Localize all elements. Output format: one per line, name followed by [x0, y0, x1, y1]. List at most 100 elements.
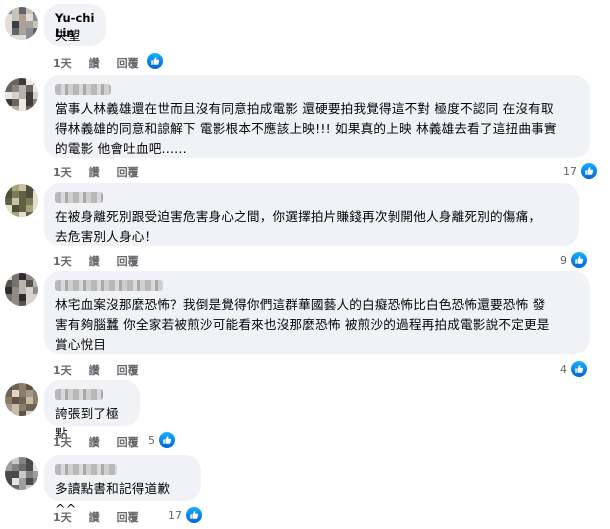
avatar-pixel [33, 404, 38, 411]
avatar-pixel [33, 273, 38, 280]
avatar-pixel [26, 205, 33, 212]
comment-author[interactable] [55, 280, 163, 291]
avatar-pixel [12, 273, 19, 280]
comment-time[interactable]: 1天 [53, 164, 72, 180]
avatar-pixel [19, 471, 26, 478]
comment-text: 在被身離死別跟受迫害危害身心之間，你選擇拍片賺錢再次剝開他人身離死別的傷痛， 去… [55, 209, 542, 244]
avatar-pixel [5, 280, 12, 287]
avatar-pixel [33, 99, 38, 106]
avatar-pixel [19, 191, 26, 198]
avatar-pixel [5, 287, 12, 294]
avatar-pixel [12, 411, 19, 416]
like-button[interactable]: 讚 [89, 509, 100, 525]
avatar-pixel [26, 78, 33, 85]
avatar-pixel [26, 85, 33, 92]
avatar-pixel [19, 14, 26, 21]
avatar-pixel [19, 106, 26, 111]
reaction-count: 5 [148, 433, 155, 447]
reply-button[interactable]: 回覆 [117, 509, 139, 525]
comment-time[interactable]: 1天 [53, 434, 72, 450]
comment-author[interactable] [55, 464, 117, 475]
reaction-summary[interactable]: 5 [148, 432, 175, 448]
like-button[interactable]: 讚 [89, 55, 100, 71]
comment-bubble: 林宅血案沒那麼恐怖？我倒是覺得你們這群華國藝人的白癡恐怖比白色恐怖還要恐怖 發 … [44, 271, 590, 354]
comment-bubble: 誇張到了極點 [44, 380, 140, 441]
avatar-pixel [12, 14, 19, 21]
avatar-pixel [33, 198, 38, 205]
avatar-pixel [19, 404, 26, 411]
avatar-pixel [5, 485, 12, 490]
avatar-pixel [5, 99, 12, 106]
comment-bubble: 當事人林義雄還在世而且沒有同意拍成電影 還硬要拍我覺得這不對 極度不認同 在沒有… [44, 75, 590, 158]
reaction-summary[interactable]: 17 [168, 507, 202, 523]
comment-author[interactable]: Yu-chi Lin [55, 11, 95, 40]
avatar-pixel [26, 485, 33, 490]
avatar-pixel [33, 191, 38, 198]
avatar[interactable] [5, 184, 38, 217]
reaction-summary[interactable]: 4 [560, 361, 587, 377]
thumbs-up-icon [581, 163, 597, 179]
avatar-pixel [5, 21, 12, 28]
comment-bubble: Yu-chi Lin 失望 [44, 4, 106, 46]
avatar-pixel [12, 35, 19, 40]
comment-time[interactable]: 1天 [53, 253, 72, 269]
comment-author[interactable] [55, 389, 103, 400]
avatar-pixel [5, 28, 12, 35]
comment-bubble: 多讀點書和記得道歉^^ [44, 455, 201, 516]
avatar-pixel [12, 294, 19, 301]
avatar-pixel [33, 106, 38, 111]
comment-author[interactable] [55, 192, 103, 203]
avatar-pixel [12, 7, 19, 14]
avatar-pixel [12, 457, 19, 464]
avatar-pixel [33, 464, 38, 471]
thumbs-up-icon [571, 252, 587, 268]
reply-button[interactable]: 回覆 [117, 55, 139, 71]
avatar-pixel [26, 14, 33, 21]
comment-text: 失望 [55, 28, 81, 43]
comment-actions: 1天 讚 回覆 [53, 434, 156, 450]
reaction-summary[interactable] [147, 53, 163, 69]
avatar-pixel [12, 397, 19, 404]
avatar-pixel [5, 7, 12, 14]
reaction-summary[interactable]: 9 [560, 252, 587, 268]
comment-time[interactable]: 1天 [53, 362, 72, 378]
avatar[interactable] [5, 383, 38, 416]
reply-button[interactable]: 回覆 [117, 362, 139, 378]
avatar-pixel [5, 184, 12, 191]
like-button[interactable]: 讚 [89, 434, 100, 450]
avatar-pixel [5, 205, 12, 212]
avatar-pixel [5, 35, 12, 40]
comment-time[interactable]: 1天 [53, 55, 72, 71]
avatar[interactable] [5, 78, 38, 111]
avatar-pixel [33, 85, 38, 92]
like-button[interactable]: 讚 [89, 164, 100, 180]
avatar-pixel [26, 191, 33, 198]
avatar-pixel [19, 301, 26, 306]
reply-button[interactable]: 回覆 [117, 164, 139, 180]
avatar-pixel [26, 92, 33, 99]
avatar-pixel [26, 478, 33, 485]
avatar-pixel [12, 78, 19, 85]
avatar-pixel [33, 28, 38, 35]
comment-actions: 1天 讚 回覆 [53, 55, 156, 71]
avatar-pixel [33, 21, 38, 28]
like-button[interactable]: 讚 [89, 362, 100, 378]
reaction-summary[interactable]: 17 [563, 163, 597, 179]
avatar-pixel [12, 106, 19, 111]
avatar-pixel [5, 471, 12, 478]
avatar[interactable] [5, 273, 38, 306]
avatar[interactable] [5, 7, 38, 40]
avatar-pixel [12, 287, 19, 294]
avatar-pixel [19, 21, 26, 28]
avatar[interactable] [5, 457, 38, 490]
avatar-pixel [19, 7, 26, 14]
like-button[interactable]: 讚 [89, 253, 100, 269]
avatar-pixel [5, 478, 12, 485]
avatar-pixel [26, 273, 33, 280]
reply-button[interactable]: 回覆 [117, 434, 139, 450]
avatar-pixel [12, 301, 19, 306]
comment-time[interactable]: 1天 [53, 509, 72, 525]
reply-button[interactable]: 回覆 [117, 253, 139, 269]
avatar-pixel [5, 411, 12, 416]
comment-author[interactable] [55, 84, 111, 95]
